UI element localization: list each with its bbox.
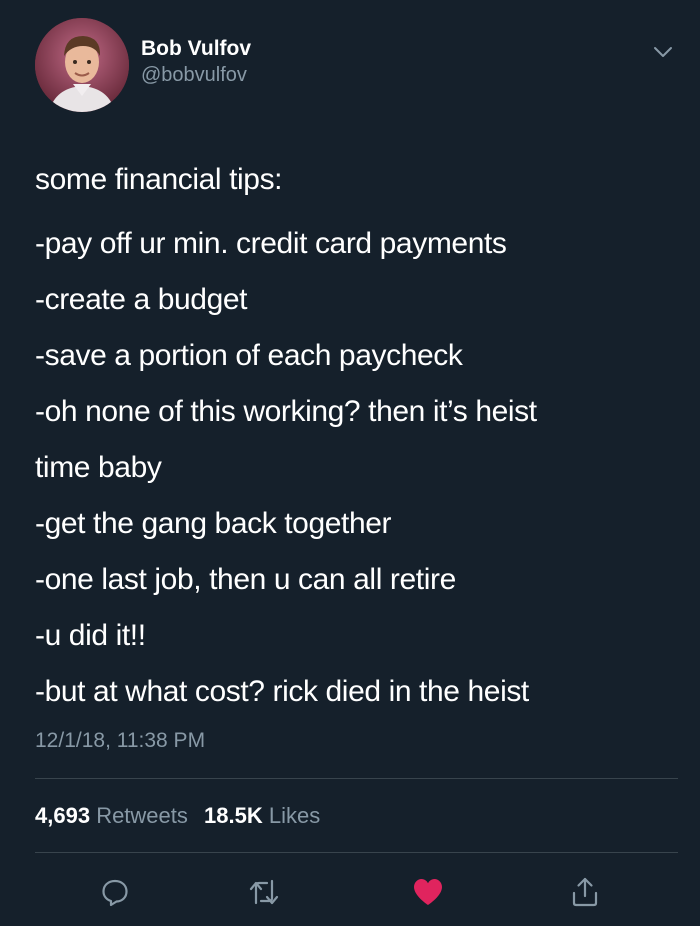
tweet-stats: 4,693 Retweets 18.5K Likes (35, 800, 330, 832)
tweet-text: some financial tips: -pay off ur min. cr… (35, 152, 675, 720)
retweet-icon (249, 879, 279, 905)
chevron-down-icon[interactable] (651, 40, 675, 64)
tweet-line: -but at what cost? rick died in the heis… (35, 675, 529, 708)
reply-icon (102, 879, 128, 907)
tweet-line: -save a portion of each paycheck (35, 339, 463, 372)
tweet-line: -create a budget (35, 283, 248, 316)
like-label[interactable]: Likes (269, 803, 320, 828)
retweet-button[interactable] (246, 874, 282, 910)
user-handle[interactable]: @bobvulfov (141, 62, 251, 88)
like-count[interactable]: 18.5K (204, 803, 263, 828)
tweet-intro: some financial tips: (35, 163, 283, 196)
share-button[interactable] (567, 874, 603, 910)
avatar[interactable] (35, 18, 129, 112)
tweet-line: -u did it!! (35, 619, 146, 652)
retweet-count[interactable]: 4,693 (35, 803, 90, 828)
user-info[interactable]: Bob Vulfov @bobvulfov (141, 36, 251, 88)
like-button[interactable] (410, 874, 446, 910)
tweet-line: -oh none of this working? then it’s heis… (35, 395, 537, 428)
share-icon (572, 877, 598, 907)
tweet-timestamp[interactable]: 12/1/18, 11:38 PM (35, 726, 205, 756)
action-bar (0, 868, 700, 918)
tweet-header: Bob Vulfov @bobvulfov (35, 18, 675, 118)
heart-icon (414, 879, 442, 905)
reply-button[interactable] (97, 874, 133, 910)
divider (35, 852, 678, 853)
tweet-line: time baby (35, 451, 162, 484)
display-name[interactable]: Bob Vulfov (141, 36, 251, 62)
profile-photo-icon (35, 18, 129, 112)
tweet-line: -one last job, then u can all retire (35, 563, 456, 596)
tweet-line: -pay off ur min. credit card payments (35, 227, 507, 260)
divider (35, 778, 678, 779)
tweet-line: -get the gang back together (35, 507, 392, 540)
retweet-label[interactable]: Retweets (96, 803, 188, 828)
